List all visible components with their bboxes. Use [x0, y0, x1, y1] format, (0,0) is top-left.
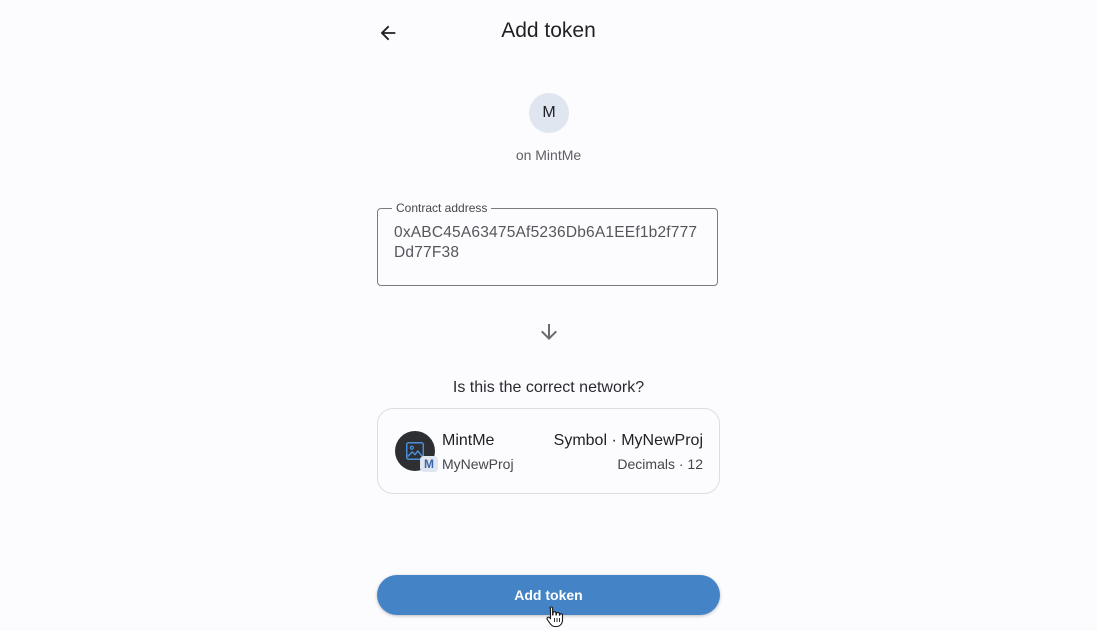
page-title: Add token [501, 19, 596, 42]
contract-address-label: Contract address [392, 201, 492, 215]
network-caption: on MintMe [515, 147, 582, 163]
network-avatar: M [529, 93, 569, 133]
token-decimals: Decimals · 12 [617, 456, 703, 472]
hand-cursor-icon [546, 606, 564, 628]
token-name: MintMe [442, 432, 495, 449]
network-question: Is this the correct network? [452, 379, 645, 396]
contract-address-value[interactable]: 0xABC45A63475Af5236Db6A1EEf1b2f777Dd77F3… [394, 223, 706, 263]
add-token-page: Add token M on MintMe Contract address 0… [0, 0, 1097, 631]
arrow-down-icon [541, 324, 557, 340]
add-token-button-label: Add token [514, 587, 583, 603]
network-badge: M [420, 456, 438, 472]
contract-address-field[interactable]: Contract address 0xABC45A63475Af5236Db6A… [377, 201, 718, 286]
token-preview-card: M MintMe MyNewProj Symbol · MyNewProj De… [377, 408, 720, 494]
token-subtitle: MyNewProj [442, 456, 514, 472]
token-symbol: Symbol · MyNewProj [553, 432, 703, 449]
